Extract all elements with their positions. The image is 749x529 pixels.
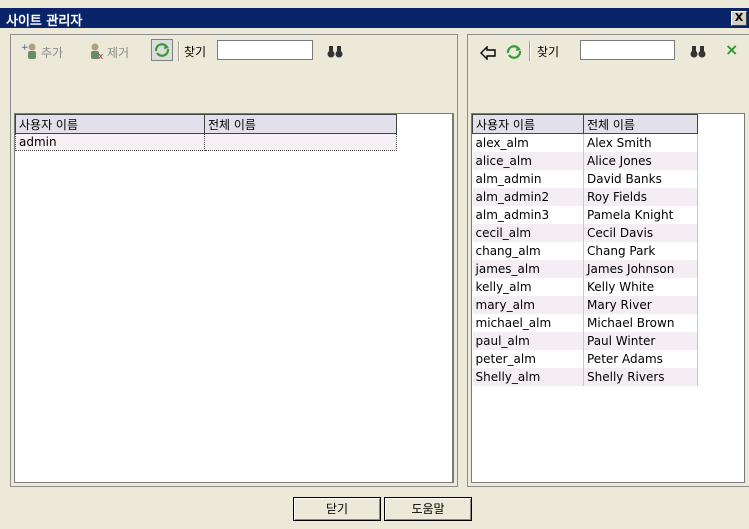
table-row[interactable]: kelly_alm Kelly White (472, 278, 698, 296)
all-users-panel: 찾기 × 사용자 이름 전체 이름 alex_alm Alex Smith alic… (467, 34, 749, 487)
cell-username: chang_alm (472, 242, 584, 260)
title-bar: 사이트 관리자 X (0, 8, 749, 29)
cell-username: peter_alm (472, 350, 584, 368)
table-header: 사용자 이름 전체 이름 (472, 114, 698, 134)
table-row[interactable]: paul_alm Paul Winter (472, 332, 698, 350)
window-title: 사이트 관리자 (6, 14, 83, 29)
table-row[interactable]: michael_alm Michael Brown (472, 314, 698, 332)
close-panel-button[interactable]: × (725, 40, 738, 59)
cell-fullname: Chang Park (583, 242, 698, 260)
binoculars-icon[interactable] (327, 45, 343, 59)
site-admins-table: 사용자 이름 전체 이름 admin (15, 114, 397, 151)
cell-username: admin (15, 133, 205, 151)
cell-fullname: Alice Jones (583, 152, 698, 170)
table-row[interactable]: chang_alm Chang Park (472, 242, 698, 260)
dialog-button-bar: 닫기 도움말 (0, 487, 749, 529)
table-row[interactable]: alm_admin3 Pamela Knight (472, 206, 698, 224)
close-button[interactable]: 닫기 (293, 497, 381, 521)
toolbar-separator (178, 41, 180, 61)
remove-user-button[interactable]: x 제거 (85, 41, 147, 61)
cell-fullname: Pamela Knight (583, 206, 698, 224)
cell-username: alm_admin3 (472, 206, 584, 224)
left-list-container: 사용자 이름 전체 이름 admin (14, 113, 453, 483)
add-user-button[interactable]: + 추가 (19, 41, 79, 61)
left-toolbar: + 추가 x 제거 찾기 (11, 35, 457, 67)
table-row[interactable]: cecil_alm Cecil Davis (472, 224, 698, 242)
table-row[interactable]: Shelly_alm Shelly Rivers (472, 368, 698, 386)
right-toolbar: 찾기 × (468, 35, 749, 67)
table-row[interactable]: alm_admin2 Roy Fields (472, 188, 698, 206)
refresh-icon[interactable] (504, 42, 524, 62)
cell-fullname: Peter Adams (583, 350, 698, 368)
cell-username: alex_alm (472, 133, 584, 152)
table-row[interactable]: alex_alm Alex Smith (472, 133, 698, 152)
find-label: 찾기 (537, 45, 560, 59)
cell-fullname: Paul Winter (583, 332, 698, 350)
svg-text:x: x (98, 52, 104, 60)
remove-label: 제거 (107, 46, 130, 60)
move-left-icon[interactable] (480, 46, 496, 60)
add-label: 추가 (41, 46, 64, 60)
cell-username: paul_alm (472, 332, 584, 350)
table-row[interactable]: admin (15, 133, 397, 151)
site-admin-window: 사이트 관리자 X + 추가 x 제거 찾기 사용자 이름 전체 이름 admi… (0, 0, 749, 529)
window-close-button[interactable]: X (731, 11, 747, 26)
refresh-button[interactable] (151, 39, 173, 61)
table-row[interactable]: peter_alm Peter Adams (472, 350, 698, 368)
cell-fullname: Cecil Davis (583, 224, 698, 242)
table-row[interactable]: alm_admin David Banks (472, 170, 698, 188)
cell-fullname: Michael Brown (583, 314, 698, 332)
cell-fullname: Kelly White (583, 278, 698, 296)
right-find-input[interactable] (580, 40, 675, 60)
cell-fullname: Alex Smith (583, 133, 698, 152)
find-label: 찾기 (184, 45, 207, 59)
col-fullname-header[interactable]: 전체 이름 (583, 114, 698, 134)
cell-fullname: Mary River (583, 296, 698, 314)
col-username-header[interactable]: 사용자 이름 (472, 114, 584, 134)
cell-fullname (204, 133, 397, 151)
cell-fullname: David Banks (583, 170, 698, 188)
cell-username: alm_admin (472, 170, 584, 188)
cell-username: Shelly_alm (472, 368, 584, 386)
table-row[interactable]: alice_alm Alice Jones (472, 152, 698, 170)
col-fullname-header[interactable]: 전체 이름 (204, 114, 397, 134)
remove-user-icon: x (91, 43, 104, 60)
toolbar-separator (529, 41, 531, 61)
left-find-input[interactable] (217, 40, 313, 60)
cell-fullname: Roy Fields (583, 188, 698, 206)
help-button[interactable]: 도움말 (384, 497, 472, 521)
cell-username: alice_alm (472, 152, 584, 170)
binoculars-icon[interactable] (690, 45, 706, 59)
table-row[interactable]: james_alm James Johnson (472, 260, 698, 278)
cell-username: cecil_alm (472, 224, 584, 242)
cell-username: mary_alm (472, 296, 584, 314)
cell-username: michael_alm (472, 314, 584, 332)
svg-text:+: + (21, 43, 29, 53)
table-row[interactable]: mary_alm Mary River (472, 296, 698, 314)
cell-username: james_alm (472, 260, 584, 278)
refresh-icon (154, 43, 170, 57)
site-admins-panel: + 추가 x 제거 찾기 사용자 이름 전체 이름 admin (10, 34, 458, 487)
cell-username: alm_admin2 (472, 188, 584, 206)
all-users-table: 사용자 이름 전체 이름 alex_alm Alex Smith alice_alm… (472, 114, 698, 386)
cell-fullname: Shelly Rivers (583, 368, 698, 386)
add-user-icon: + (21, 43, 36, 59)
col-username-header[interactable]: 사용자 이름 (15, 114, 205, 134)
cell-fullname: James Johnson (583, 260, 698, 278)
table-header: 사용자 이름 전체 이름 (15, 114, 397, 134)
cell-username: kelly_alm (472, 278, 584, 296)
right-list-container: 사용자 이름 전체 이름 alex_alm Alex Smith alice_alm… (471, 113, 745, 483)
